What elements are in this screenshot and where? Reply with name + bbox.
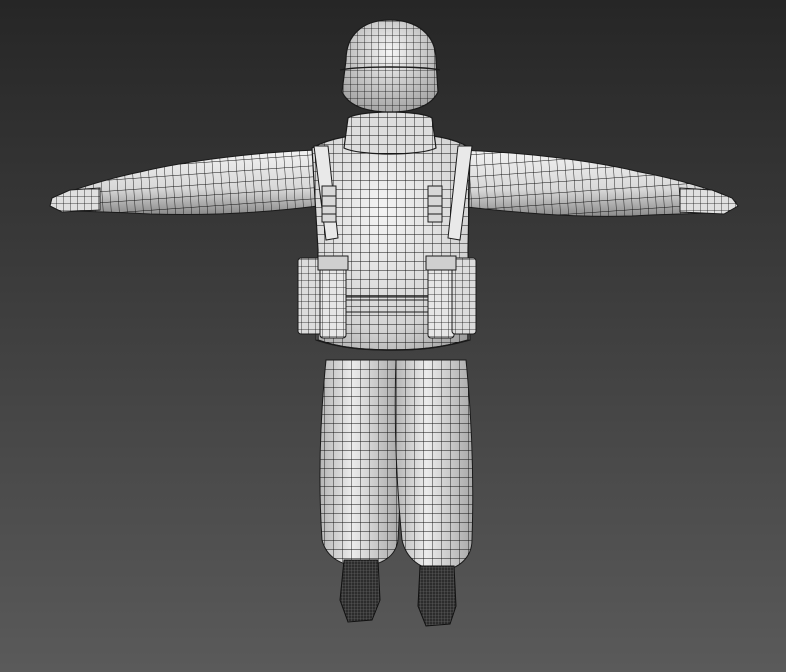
3d-viewport[interactable] <box>0 0 786 672</box>
collar-mesh <box>343 111 437 155</box>
viewport-canvas[interactable] <box>0 0 786 672</box>
left-pouches <box>297 255 349 339</box>
right-leg-mesh <box>394 359 474 571</box>
left-leg-mesh <box>319 359 401 567</box>
helmet-mesh <box>339 19 441 113</box>
left-boot-mesh <box>339 559 381 623</box>
right-boot-mesh <box>417 565 457 627</box>
right-pouches <box>425 255 477 339</box>
